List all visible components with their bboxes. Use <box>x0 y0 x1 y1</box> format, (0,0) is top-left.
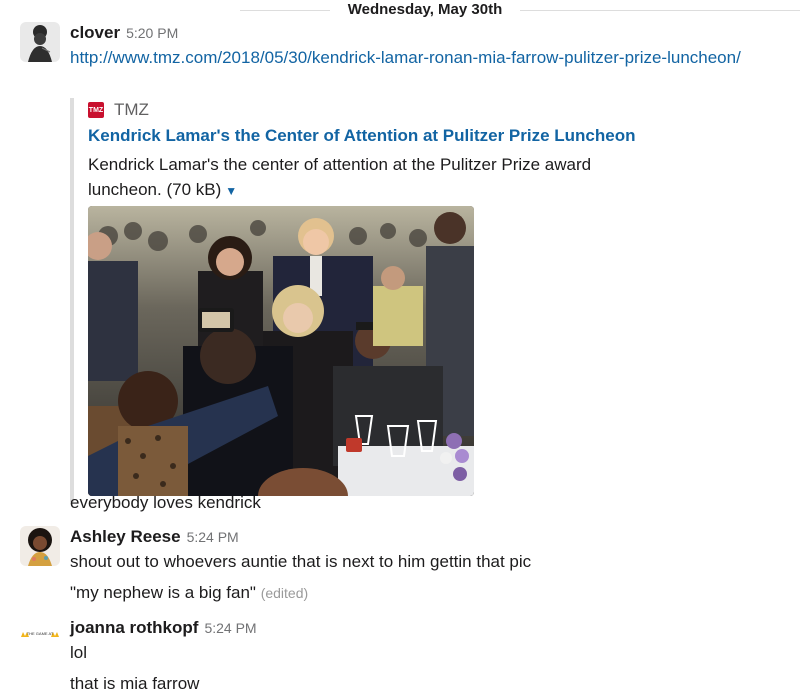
caret-down-icon[interactable]: ▼ <box>225 184 237 198</box>
description-line-1: Kendrick Lamar's the center of attention… <box>88 155 592 174</box>
message-line: shout out to whoevers auntie that is nex… <box>70 552 532 571</box>
message-text: http://www.tmz.com/2018/05/30/kendrick-l… <box>70 47 741 69</box>
message-line-edited: "my nephew is a big fan" (edited) <box>70 582 308 604</box>
day-divider-label[interactable]: Wednesday, May 30th <box>332 0 518 20</box>
description-line-2: luncheon. (70 kB) ▼ <box>88 177 608 204</box>
day-divider: Wednesday, May 30th <box>0 0 800 22</box>
timestamp[interactable]: 5:20 PM <box>126 25 178 41</box>
service-name: TMZ <box>114 100 149 119</box>
author-label[interactable]: Ashley Reese <box>70 527 181 546</box>
avatar-text: THE GAME AT <box>27 631 54 636</box>
tmz-link[interactable]: http://www.tmz.com/2018/05/30/kendrick-l… <box>70 48 741 67</box>
author-label[interactable]: clover <box>70 23 120 42</box>
preview-description: Kendrick Lamar's the center of attention… <box>88 152 608 204</box>
preview-title[interactable]: Kendrick Lamar's the Center of Attention… <box>88 126 636 146</box>
message-line-text: "my nephew is a big fan" <box>70 583 256 602</box>
divider-line-left <box>240 10 330 11</box>
edited-label: (edited) <box>260 585 309 601</box>
message-line: lol <box>70 643 88 662</box>
preview-service: TMZ TMZ <box>88 100 149 120</box>
avatar-joanna-rothkopf[interactable]: THE GAME AT <box>20 617 60 657</box>
tmz-logo-icon: TMZ <box>88 102 104 118</box>
author-name[interactable]: Ashley Reese 5:24 PM <box>70 526 239 548</box>
avatar-ashley-reese[interactable] <box>20 526 60 566</box>
timestamp[interactable]: 5:24 PM <box>204 620 256 636</box>
message-clover: clover 5:20 PM http://www.tmz.com/2018/05… <box>0 22 800 522</box>
avatar-clover[interactable] <box>20 22 60 62</box>
link-preview: TMZ TMZ Kendrick Lamar's the Center of A… <box>70 98 636 502</box>
message-ashley-reese: Ashley Reese 5:24 PM shout out to whoever… <box>0 526 800 606</box>
author-name[interactable]: joanna rothkopf 5:24 PM <box>70 617 257 639</box>
author-label[interactable]: joanna rothkopf <box>70 618 198 637</box>
message-joanna-rothkopf: THE GAME AT joanna rothkopf 5:24 PM lol t… <box>0 617 800 694</box>
author-name[interactable]: clover 5:20 PM <box>70 22 178 44</box>
followup-text: everybody loves kendrick <box>70 493 261 512</box>
preview-image[interactable] <box>88 206 474 496</box>
divider-line-right <box>520 10 800 11</box>
timestamp[interactable]: 5:24 PM <box>187 529 239 545</box>
description-text: luncheon. (70 kB) <box>88 180 222 199</box>
message-line: that is mia farrow <box>70 674 200 693</box>
